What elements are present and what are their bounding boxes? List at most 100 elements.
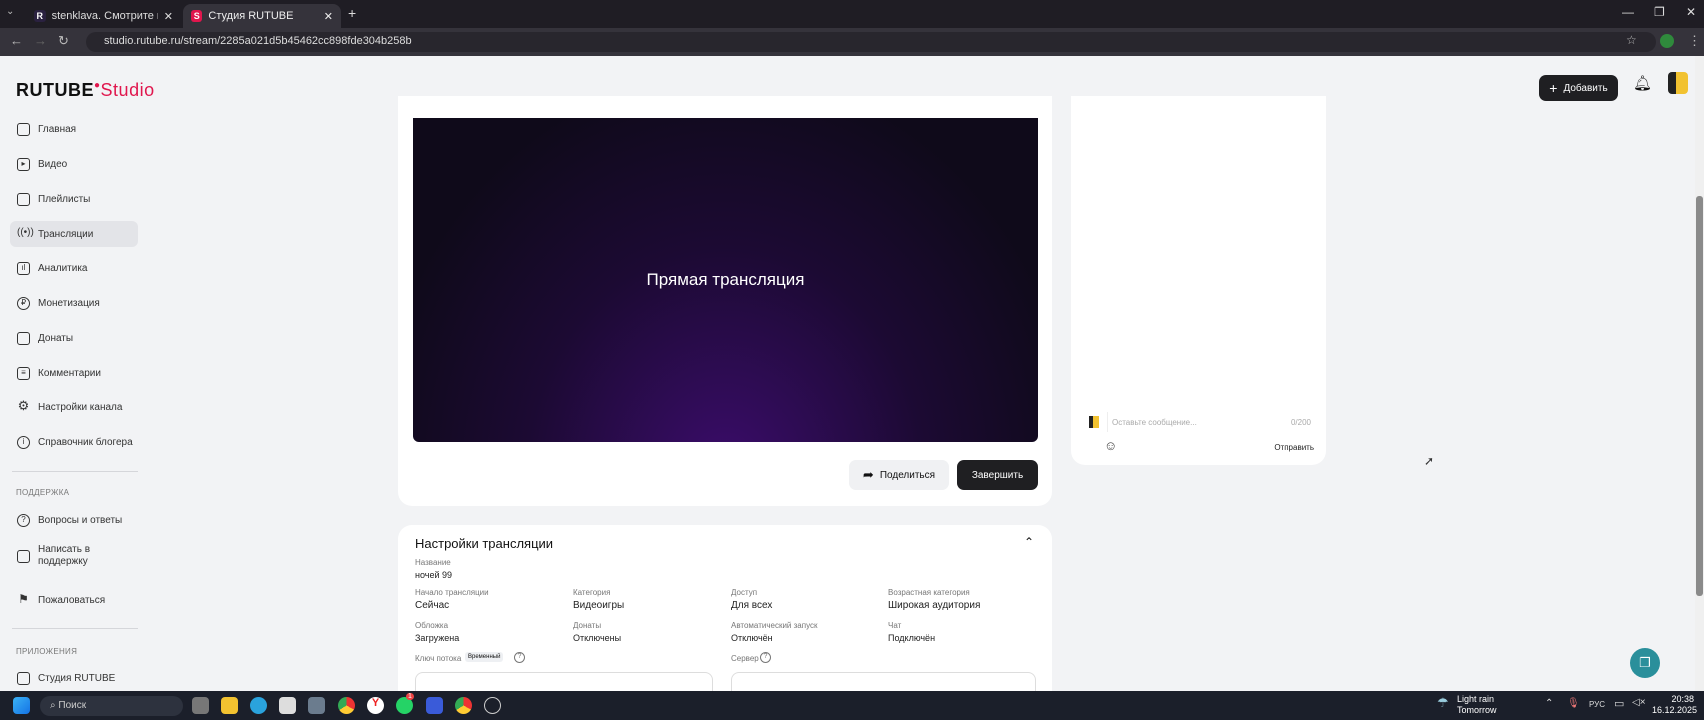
share-icon: ➦ bbox=[862, 467, 874, 482]
tray-chevron-icon[interactable]: ⌃ bbox=[1545, 698, 1553, 709]
stream-settings-card: Настройки трансляции ⌃ Название ночей 99… bbox=[398, 525, 1052, 691]
help-icon[interactable]: ? bbox=[760, 652, 771, 663]
tab-stenklava[interactable]: R stenklava. Смотрите видео он ✕ bbox=[26, 4, 181, 28]
support-heading: ПОДДЕРЖКА bbox=[16, 488, 70, 497]
name-label: Название bbox=[415, 558, 451, 567]
tab-title: stenklava. Смотрите видео он bbox=[51, 10, 158, 22]
sidebar-item-label: Главная bbox=[38, 123, 77, 135]
field-value: Для всех bbox=[731, 600, 773, 611]
close-window-button[interactable]: ✕ bbox=[1686, 5, 1696, 19]
chat-message-input[interactable]: Оставьте сообщение... 0/200 bbox=[1107, 412, 1315, 432]
whatsapp-icon[interactable]: 1 bbox=[396, 693, 414, 714]
taskbar-search[interactable]: ⌕ Поиск bbox=[40, 696, 183, 716]
sidebar-item-monetization[interactable]: ₽ Монетизация bbox=[10, 290, 138, 316]
network-icon[interactable]: ▭ bbox=[1614, 697, 1624, 710]
back-icon[interactable]: ← bbox=[10, 33, 23, 48]
store-icon[interactable] bbox=[279, 697, 296, 714]
field-label: Чат bbox=[888, 621, 902, 630]
live-overlay-text: Прямая трансляция bbox=[646, 270, 805, 289]
reload-icon[interactable]: ↻ bbox=[58, 33, 69, 49]
task-view-icon[interactable] bbox=[192, 697, 209, 714]
share-button[interactable]: ➦ Поделиться bbox=[849, 460, 949, 490]
sidebar-item-report[interactable]: ⚑ Пожаловаться bbox=[10, 587, 138, 613]
telegram-icon[interactable] bbox=[250, 697, 267, 714]
sidebar-item-broadcasts[interactable]: ((•)) Трансляции bbox=[10, 221, 138, 247]
minimize-button[interactable]: — bbox=[1622, 5, 1634, 19]
add-button[interactable]: + Добавить bbox=[1539, 75, 1618, 101]
search-label: Поиск bbox=[58, 700, 87, 711]
stream-key-label: Ключ потока bbox=[415, 654, 462, 663]
emoji-icon[interactable]: ☺ bbox=[1104, 438, 1117, 453]
calculator-icon[interactable] bbox=[308, 697, 325, 714]
microphone-icon[interactable]: 🎙︎ bbox=[1567, 698, 1580, 709]
file-explorer-icon[interactable] bbox=[221, 697, 238, 714]
tab-search-icon[interactable]: ⌄ bbox=[6, 6, 14, 17]
weather-text: Light rain bbox=[1457, 694, 1495, 704]
menu-icon[interactable]: ⋮ bbox=[1688, 33, 1701, 49]
sidebar-item-video[interactable]: ▸ Видео bbox=[10, 151, 138, 177]
clock[interactable]: 20:38 16.12.2025 bbox=[1652, 694, 1698, 716]
rutube-studio-logo[interactable]: RUTUBE●Studio bbox=[16, 80, 155, 101]
bookmark-star-icon[interactable]: ☆ bbox=[1626, 33, 1637, 47]
support-chat-button[interactable]: ❐ bbox=[1630, 648, 1660, 678]
finish-label: Завершить bbox=[971, 469, 1024, 481]
close-icon[interactable]: ✕ bbox=[324, 10, 333, 23]
divider bbox=[12, 471, 138, 472]
volume-muted-icon[interactable]: ◁× bbox=[1632, 697, 1646, 708]
app-icon-2[interactable] bbox=[484, 697, 501, 714]
studio-favicon-icon: S bbox=[191, 10, 203, 22]
url-input[interactable]: studio.rutube.ru/stream/2285a021d5b45462… bbox=[86, 32, 1656, 52]
windows-start-icon[interactable] bbox=[13, 697, 30, 714]
weather-widget[interactable]: Light rain Tomorrow bbox=[1457, 694, 1497, 716]
ruble-icon: ₽ bbox=[17, 296, 30, 310]
field-value: Загружена bbox=[415, 633, 460, 643]
chat-placeholder: Оставьте сообщение... bbox=[1112, 418, 1197, 427]
sidebar-item-label: Комментарии bbox=[38, 367, 101, 379]
scrollbar[interactable] bbox=[1695, 56, 1704, 691]
finish-button[interactable]: Завершить bbox=[957, 460, 1038, 490]
tab-studio-rutube[interactable]: S Студия RUTUBE ✕ bbox=[183, 4, 341, 28]
chrome-active-icon[interactable] bbox=[455, 697, 472, 714]
server-label: Сервер bbox=[731, 654, 759, 663]
sidebar-item-analytics[interactable]: ıl Аналитика bbox=[10, 255, 138, 281]
close-icon[interactable]: ✕ bbox=[164, 10, 173, 23]
sidebar-item-blogger-guide[interactable]: i Справочник блогера bbox=[10, 429, 138, 455]
playlist-icon bbox=[17, 192, 30, 206]
date: 16.12.2025 bbox=[1652, 705, 1698, 715]
chrome-icon[interactable] bbox=[338, 697, 355, 714]
studio-app-icon bbox=[17, 671, 30, 685]
question-icon: ? bbox=[17, 513, 30, 527]
yandex-browser-icon[interactable]: Y bbox=[367, 697, 384, 714]
new-tab-button[interactable]: + bbox=[348, 5, 356, 21]
sidebar-item-contact-support[interactable]: Написать в поддержку bbox=[10, 540, 138, 572]
sidebar-item-label: Вопросы и ответы bbox=[38, 514, 123, 526]
app-icon[interactable] bbox=[426, 697, 443, 714]
notification-badge: 1 bbox=[406, 693, 414, 700]
field-label: Донаты bbox=[573, 621, 602, 630]
language-indicator[interactable]: РУС bbox=[1589, 700, 1605, 709]
maximize-button[interactable]: ❐ bbox=[1654, 5, 1665, 19]
help-icon[interactable]: ? bbox=[514, 652, 525, 663]
field-label: Начало трансляции bbox=[415, 588, 489, 597]
sidebar-item-channel-settings[interactable]: ⚙ Настройки канала bbox=[10, 394, 138, 420]
video-player[interactable]: Прямая трансляция bbox=[413, 118, 1038, 442]
sidebar-item-studio-app[interactable]: Студия RUTUBE bbox=[10, 665, 138, 691]
profile-icon[interactable] bbox=[1660, 34, 1674, 48]
sidebar-item-comments[interactable]: ≡ Комментарии bbox=[10, 360, 138, 386]
server-field[interactable] bbox=[731, 672, 1036, 691]
sidebar-item-home[interactable]: Главная bbox=[10, 116, 138, 142]
scrollbar-thumb[interactable] bbox=[1696, 196, 1703, 596]
bell-icon[interactable]: 🔔︎ bbox=[1633, 74, 1652, 92]
avatar[interactable] bbox=[1668, 72, 1688, 94]
analytics-icon: ıl bbox=[17, 261, 30, 275]
sidebar-item-faq[interactable]: ? Вопросы и ответы bbox=[10, 507, 138, 533]
stream-key-field[interactable] bbox=[415, 672, 713, 691]
sidebar-item-donations[interactable]: Донаты bbox=[10, 325, 138, 351]
send-button[interactable]: Отправить bbox=[1274, 443, 1314, 452]
sidebar-item-playlists[interactable]: Плейлисты bbox=[10, 186, 138, 212]
studio-page: RUTUBE●Studio + Добавить 🔔︎ Главная ▸ Виде… bbox=[0, 56, 1704, 691]
collapse-chevron-icon[interactable]: ⌃ bbox=[1024, 535, 1034, 549]
forward-icon[interactable]: → bbox=[34, 33, 47, 48]
video-icon: ▸ bbox=[17, 157, 30, 171]
settings-title: Настройки трансляции bbox=[415, 536, 554, 551]
